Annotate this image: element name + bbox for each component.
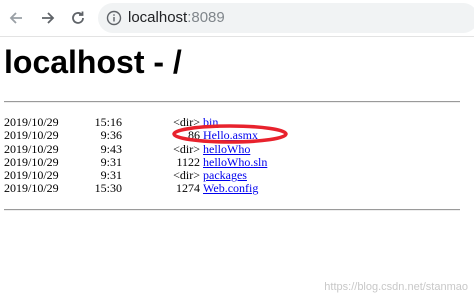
- item-size: 1274: [176, 181, 200, 196]
- item-date: 2019/10/29: [4, 181, 59, 196]
- item-link[interactable]: Web.config: [203, 182, 258, 196]
- reload-button[interactable]: [66, 6, 90, 30]
- item-time: 15:30: [94, 181, 122, 196]
- divider-bottom: [4, 209, 460, 211]
- item-size: <dir>: [173, 141, 200, 156]
- arrow-right-icon: [42, 12, 55, 24]
- item-date: 2019/10/29: [4, 128, 59, 143]
- divider-top: [4, 101, 460, 103]
- url-text[interactable]: localhost:8089: [128, 8, 225, 28]
- arrow-left-icon: [9, 12, 22, 24]
- item-time: 9:43: [100, 141, 122, 156]
- item-link[interactable]: bin: [203, 115, 218, 129]
- url-host: localhost: [128, 9, 188, 26]
- item-link[interactable]: packages: [203, 168, 247, 182]
- back-button[interactable]: [4, 6, 28, 30]
- info-icon[interactable]: [106, 10, 122, 26]
- item-date: 2019/10/29: [4, 141, 59, 156]
- item-size: <dir>: [173, 168, 200, 183]
- item-date: 2019/10/29: [4, 168, 59, 183]
- item-size: 86: [188, 128, 200, 143]
- page-title: localhost - /: [4, 44, 182, 80]
- item-date: 2019/10/29: [4, 154, 59, 169]
- forward-button[interactable]: [36, 6, 60, 30]
- url-port: :8089: [187, 9, 225, 26]
- address-bar[interactable]: localhost:8089: [98, 3, 474, 33]
- item-time: 9:31: [100, 168, 122, 183]
- item-link[interactable]: helloWho: [203, 142, 250, 156]
- item-time: 9:36: [100, 128, 122, 143]
- browser-toolbar: localhost:8089: [0, 0, 474, 37]
- watermark: https://blog.csdn.net/stanmao: [324, 281, 468, 293]
- item-date: 2019/10/29: [4, 115, 59, 129]
- item-size: 1122: [176, 154, 200, 169]
- reload-icon: [72, 11, 84, 24]
- item-size: <dir>: [173, 115, 200, 129]
- item-time: 9:31: [100, 154, 122, 169]
- item-link[interactable]: Hello.asmx: [203, 128, 258, 142]
- item-link[interactable]: helloWho.sln: [203, 155, 267, 169]
- item-time: 15:16: [94, 115, 122, 129]
